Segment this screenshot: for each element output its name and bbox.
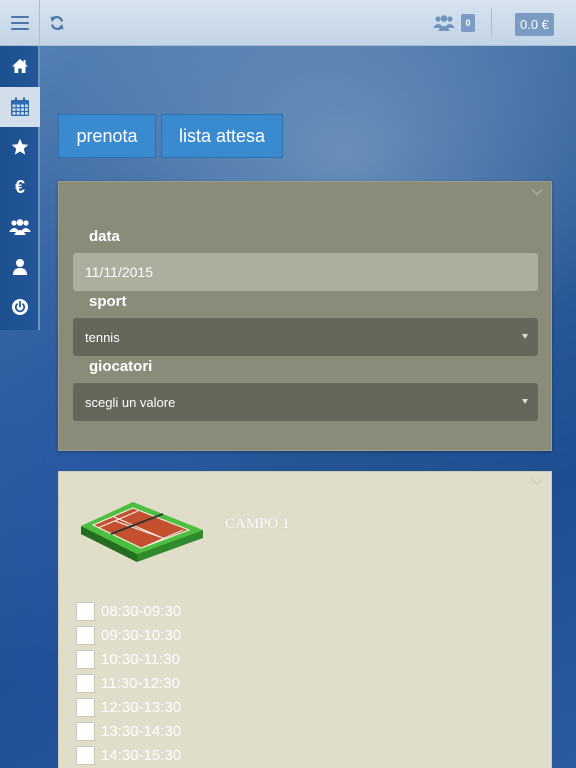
users-icon [9, 219, 31, 235]
refresh-button[interactable] [44, 10, 70, 36]
users-count-badge: 0 [461, 14, 475, 32]
sidebar-item-profile[interactable] [0, 247, 40, 287]
giocatori-label: giocatori [89, 358, 153, 375]
caret-down-icon [522, 334, 528, 339]
sidebar: € [0, 46, 40, 330]
chevron-down-icon[interactable] [531, 188, 543, 196]
time-slot[interactable]: 11:30-12:30 [76, 672, 180, 694]
time-slot[interactable]: 12:30-13:30 [76, 696, 181, 718]
power-icon [12, 299, 28, 315]
slot-label: 09:30-10:30 [101, 626, 182, 644]
slot-label: 13:30-14:30 [101, 722, 182, 740]
slot-checkbox[interactable] [76, 601, 95, 621]
tennis-court-icon [81, 502, 203, 562]
sport-select-value: tennis [85, 329, 120, 345]
menu-button[interactable] [0, 0, 40, 46]
top-bar: 0 0.0 € [0, 0, 576, 46]
court-panel: CAMPO 1 08:30-09:30 09:30-10:30 10:30-11… [58, 471, 552, 768]
euro-icon: € [14, 176, 25, 197]
slot-label: 10:30-11:30 [101, 650, 180, 668]
header-divider [491, 8, 492, 38]
chevron-down-icon[interactable] [531, 478, 543, 486]
time-slot[interactable]: 13:30-14:30 [76, 720, 181, 742]
slot-checkbox[interactable] [76, 673, 95, 693]
caret-down-icon [522, 399, 528, 404]
slot-label: 14:30-15:30 [101, 746, 182, 764]
sport-label: sport [89, 293, 127, 310]
slot-label: 08:30-09:30 [101, 602, 182, 620]
calendar-icon [11, 97, 29, 116]
time-slot[interactable]: 09:30-10:30 [76, 624, 181, 646]
data-label: data [89, 228, 120, 245]
star-icon [11, 138, 29, 155]
sidebar-item-logout[interactable] [0, 287, 40, 327]
time-slot[interactable]: 14:30-15:30 [76, 744, 181, 766]
time-slot[interactable]: 08:30-09:30 [76, 600, 181, 622]
slot-label: 11:30-12:30 [101, 674, 180, 692]
players-select-value: scegli un valore [85, 394, 176, 410]
prenota-button[interactable]: prenota [58, 114, 156, 158]
hamburger-icon [10, 16, 29, 30]
refresh-icon [50, 16, 64, 30]
lista-attesa-button[interactable]: lista attesa [161, 114, 283, 158]
slot-checkbox[interactable] [76, 721, 95, 741]
players-button[interactable]: 0 [433, 11, 479, 35]
booking-form-panel: data sport tennis giocatori scegli un va… [58, 181, 552, 451]
slot-checkbox[interactable] [76, 625, 95, 645]
sidebar-item-calendar[interactable] [0, 87, 40, 127]
sidebar-item-payments[interactable]: € [0, 167, 40, 207]
slot-checkbox[interactable] [76, 697, 95, 717]
slot-checkbox[interactable] [76, 745, 95, 765]
slot-label: 12:30-13:30 [101, 698, 182, 716]
user-icon [13, 259, 27, 275]
sidebar-item-favorites[interactable] [0, 127, 40, 167]
time-slot[interactable]: 10:30-11:30 [76, 648, 180, 670]
home-icon [12, 59, 28, 73]
players-select[interactable]: scegli un valore [73, 383, 538, 421]
sidebar-item-groups[interactable] [0, 207, 40, 247]
balance-badge[interactable]: 0.0 € [515, 13, 554, 36]
sidebar-item-home[interactable] [0, 46, 40, 86]
slot-checkbox[interactable] [76, 649, 95, 669]
date-input[interactable] [73, 253, 538, 291]
users-icon [433, 15, 455, 31]
court-name: CAMPO 1 [225, 516, 290, 532]
sport-select[interactable]: tennis [73, 318, 538, 356]
